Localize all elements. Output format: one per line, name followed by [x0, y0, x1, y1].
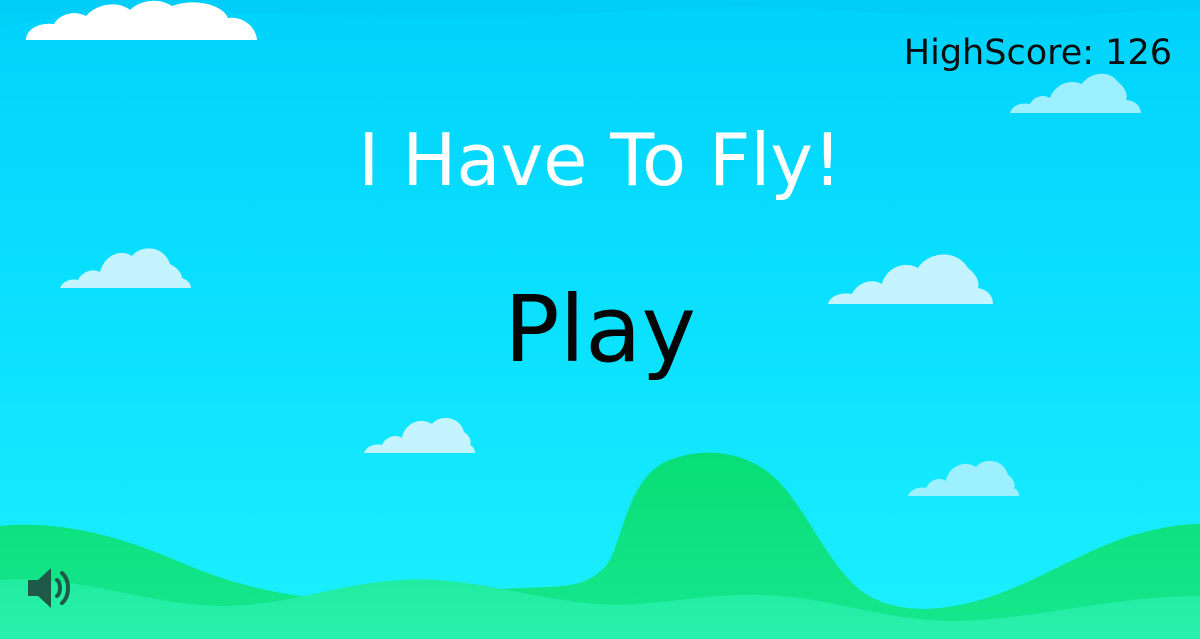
game-title: I Have To Fly! — [358, 118, 842, 202]
speaker-volume-icon[interactable] — [24, 564, 74, 612]
cloud-center-low — [364, 417, 475, 453]
cloud-top-right — [1010, 73, 1141, 113]
cloud-top-left — [26, 0, 257, 41]
cloud-left-middle — [60, 248, 191, 288]
cloud-right-low — [908, 460, 1019, 496]
cloud-right-middle — [828, 254, 993, 304]
highscore-label: HighScore: 126 — [903, 33, 1172, 73]
game-scene: HighScore: 126 I Have To Fly! Play — [0, 0, 1200, 639]
play-button[interactable]: Play — [470, 280, 730, 380]
